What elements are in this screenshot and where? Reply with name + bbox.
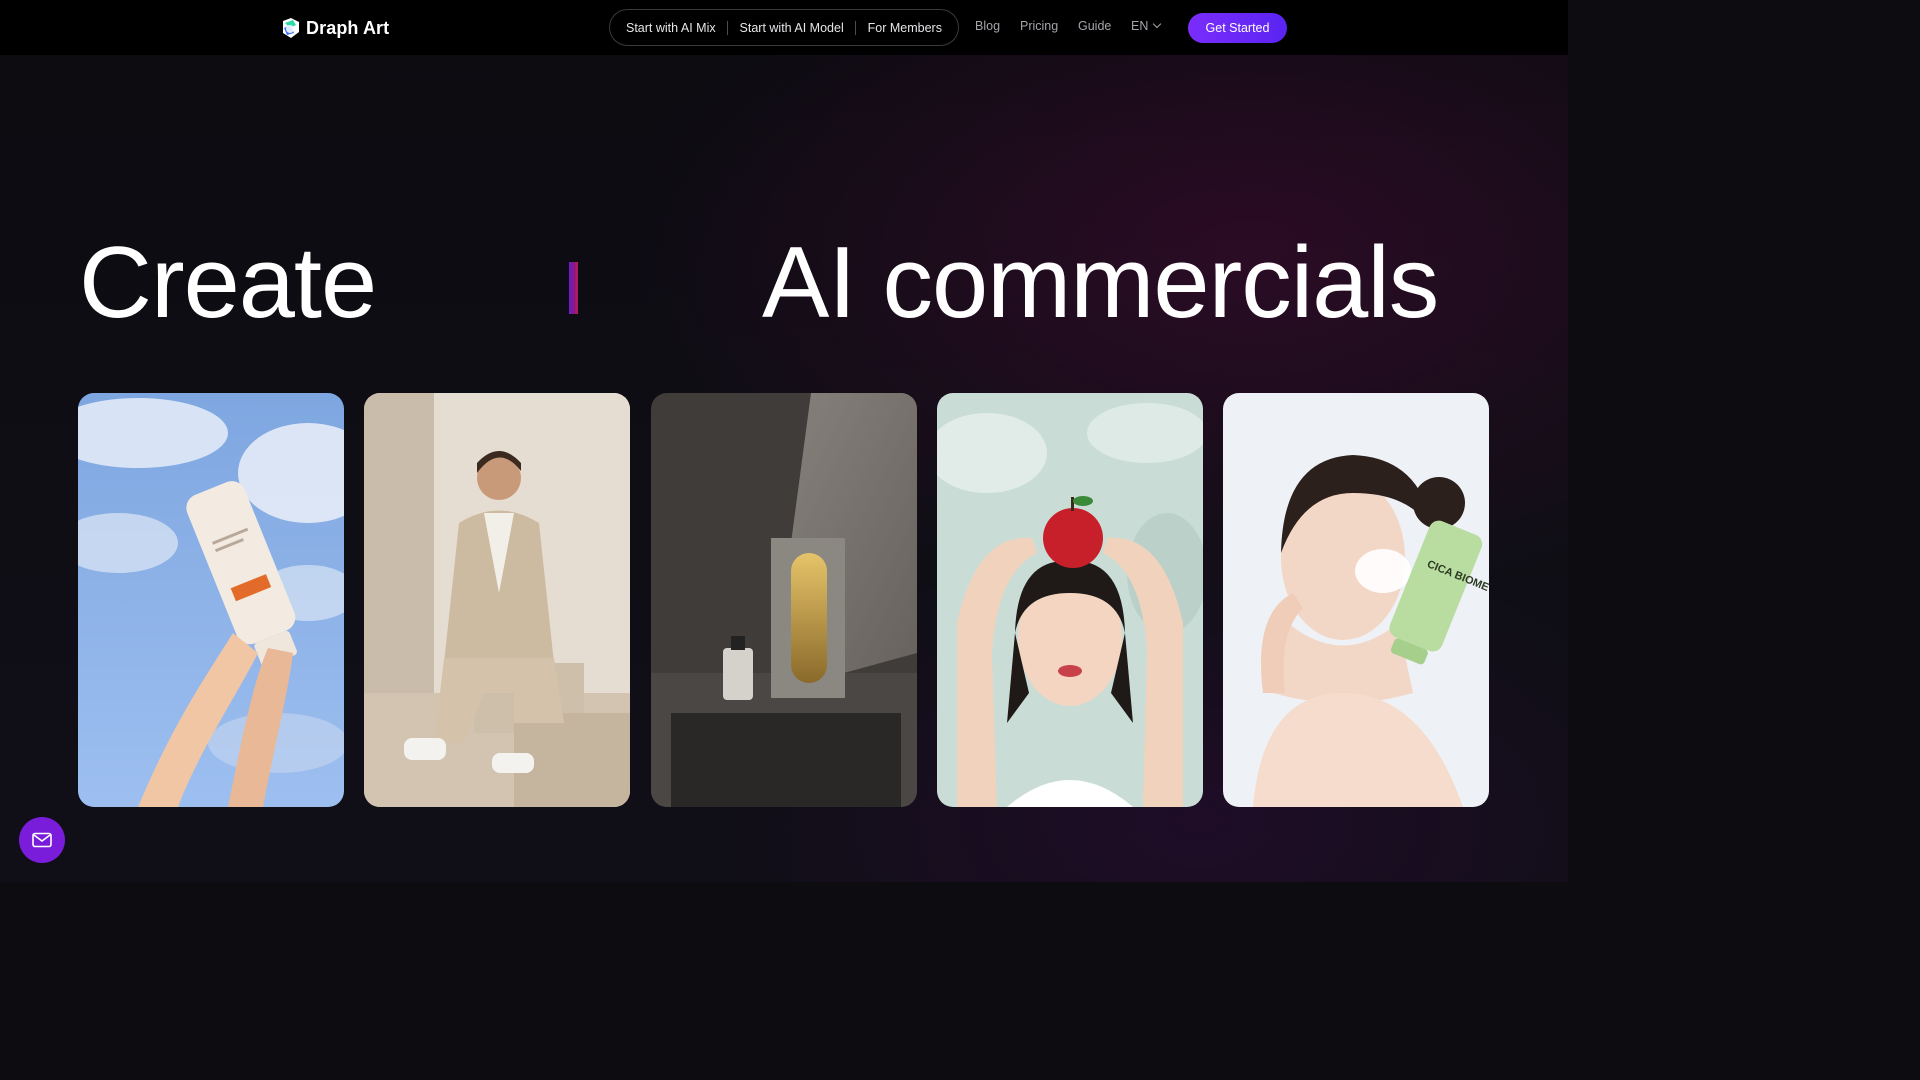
brand-name: Draph Art [306,17,390,38]
page: Draph Art Start with AI Mix Start with A… [0,0,1568,882]
chevron-down-icon [1153,19,1162,29]
woman-with-cica-cream-photo-icon: CICA BIOME [1223,393,1489,807]
get-started-button[interactable]: Get Started [1188,13,1287,43]
headline-start: Create [79,227,377,339]
headline-end: AI commercials [762,227,1439,339]
man-in-suit-photo-icon [364,393,630,807]
gallery-card[interactable] [364,393,630,807]
primary-nav-pill: Start with AI Mix Start with AI Model Fo… [609,9,959,46]
perfume-bottle-concrete-photo-icon [651,393,917,807]
language-label: EN [1131,19,1149,33]
mail-icon [32,832,52,848]
woman-with-apple-photo-icon [937,393,1203,807]
nav-pricing[interactable]: Pricing [1020,19,1058,33]
nav-divider [727,20,729,35]
nav-divider [855,20,857,35]
gallery-card[interactable] [651,393,917,807]
gallery-card[interactable] [937,393,1203,807]
nav-for-members[interactable]: For Members [868,21,942,35]
nav-start-ai-model[interactable]: Start with AI Model [740,21,844,35]
gallery-card[interactable] [78,393,344,807]
nav-start-ai-mix[interactable]: Start with AI Mix [626,21,716,35]
top-nav: Draph Art Start with AI Mix Start with A… [0,0,1568,55]
contact-mail-button[interactable] [19,817,65,863]
brand-logo[interactable]: Draph Art [281,15,389,41]
language-selector[interactable]: EN [1131,19,1162,33]
gallery-card[interactable]: CICA BIOME [1223,393,1489,807]
sunscreen-tube-sky-photo-icon [78,393,344,807]
nav-guide[interactable]: Guide [1078,19,1111,33]
typing-cursor [569,262,578,314]
draph-logo-icon [281,17,301,39]
nav-blog[interactable]: Blog [975,19,1000,33]
